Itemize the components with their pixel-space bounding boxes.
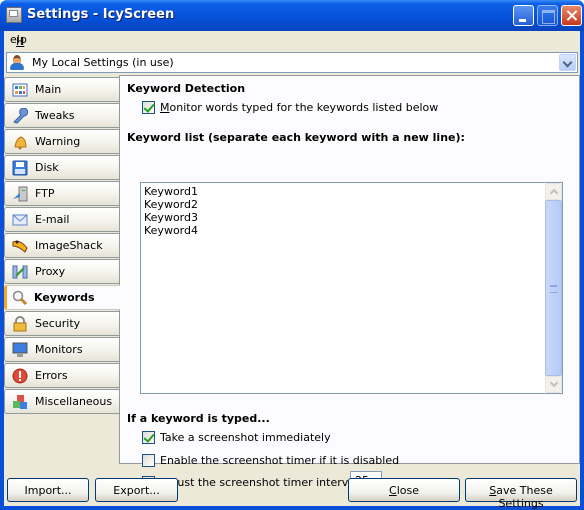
monitor-words-label[interactable]: Monitor words typed for the keywords lis… (160, 101, 438, 114)
if-keyword-typed-heading: If a keyword is typed... (127, 412, 270, 425)
sidebar-item-imageshack[interactable]: ImageShack (4, 233, 119, 258)
sidebar-item-warning[interactable]: Warning (4, 129, 119, 154)
ftp-icon (13, 186, 28, 202)
sidebar-item-ftp[interactable]: FTP (4, 181, 119, 206)
import-button[interactable]: Import... (7, 478, 89, 502)
floppy-disk-icon (12, 160, 28, 176)
sidebar-item-disk[interactable]: Disk (4, 155, 119, 180)
keyword-list-textarea[interactable]: Keyword1 Keyword2 Keyword3 Keyword4 (140, 182, 563, 394)
monitor-icon (12, 342, 28, 357)
monitor-words-label-text: onitor words typed for the keywords list… (169, 101, 439, 114)
sidebar-item-label: Proxy (35, 265, 66, 278)
sidebar-item-label: Monitors (35, 343, 83, 356)
keyword-line: Keyword2 (144, 198, 198, 211)
scrollbar-thumb[interactable] (545, 200, 562, 376)
keyword-detection-heading: Keyword Detection (127, 82, 246, 95)
monitor-words-checkbox[interactable] (142, 101, 155, 114)
maximize-button (537, 5, 558, 26)
padlock-icon (13, 316, 27, 332)
sidebar-item-label: Warning (35, 135, 81, 148)
sidebar-item-label: Miscellaneous (35, 395, 113, 408)
sidebar-item-label: Errors (35, 369, 68, 382)
adjust-interval-label[interactable]: Adjust the screenshot timer interval to (160, 476, 373, 489)
envelope-icon (12, 214, 28, 226)
scroll-down-icon[interactable] (545, 376, 562, 393)
window-client: Help My Local Settings (in use) Main Twe… (4, 31, 580, 510)
app-icon[interactable] (6, 7, 22, 23)
take-screenshot-label[interactable]: Take a screenshot immediately (160, 431, 331, 444)
cubes-icon (13, 395, 27, 409)
sidebar-item-keywords[interactable]: Keywords (4, 285, 120, 310)
user-icon (10, 55, 24, 70)
sidebar-item-label: Tweaks (35, 109, 75, 122)
keyword-list-heading: Keyword list (separate each keyword with… (127, 131, 465, 144)
profile-select-value: My Local Settings (in use) (32, 56, 174, 69)
sidebar-item-label: Main (35, 83, 62, 96)
enable-timer-label[interactable]: Enable the screenshot timer if it is dis… (160, 454, 399, 467)
sidebar-item-security[interactable]: Security (4, 311, 119, 336)
window-title: Settings - IcyScreen (27, 7, 175, 22)
sidebar-item-main[interactable]: Main (4, 77, 119, 102)
error-icon (12, 368, 28, 384)
magnifier-icon (12, 290, 28, 306)
sidebar-item-label: Keywords (34, 291, 95, 304)
sidebar-item-miscellaneous[interactable]: Miscellaneous (4, 389, 119, 414)
sidebar-item-label: Security (35, 317, 81, 330)
bell-icon (14, 136, 27, 150)
close-button[interactable]: Close (348, 478, 460, 502)
wrench-icon (13, 108, 28, 124)
title-bar[interactable]: Settings - IcyScreen (0, 0, 584, 31)
profile-select[interactable]: My Local Settings (in use) (6, 52, 578, 73)
grid-icon (12, 83, 28, 97)
imageshack-icon (12, 240, 28, 253)
export-button[interactable]: Export... (95, 478, 178, 502)
sidebar-item-email[interactable]: E-mail (4, 207, 119, 232)
vertical-scrollbar[interactable] (545, 183, 562, 393)
take-screenshot-checkbox[interactable] (142, 431, 155, 444)
save-settings-button[interactable]: Save These Settings (465, 478, 577, 510)
sidebar-item-errors[interactable]: Errors (4, 363, 119, 388)
keyword-line: Keyword3 (144, 211, 198, 224)
sidebar-item-label: ImageShack (35, 239, 103, 252)
sidebar-item-proxy[interactable]: Proxy (4, 259, 119, 284)
chevron-down-icon[interactable] (559, 54, 576, 71)
keyword-line: Keyword4 (144, 224, 198, 237)
menu-help[interactable]: Help (10, 33, 27, 48)
scroll-up-icon[interactable] (545, 183, 562, 200)
sidebar-item-label: Disk (35, 161, 59, 174)
close-window-button[interactable] (561, 5, 582, 26)
minimize-button[interactable] (513, 5, 534, 26)
settings-window: Settings - IcyScreen Help My Local Setti… (0, 0, 584, 510)
menu-bar: Help (4, 31, 580, 49)
sidebar-item-label: E-mail (35, 213, 70, 226)
enable-timer-checkbox[interactable] (142, 454, 155, 467)
sidebar-item-label: FTP (35, 187, 55, 200)
proxy-icon (12, 265, 28, 279)
keywords-panel: Keyword Detection Monitor words typed fo… (119, 75, 580, 491)
keyword-line: Keyword1 (144, 185, 198, 198)
sidebar-item-tweaks[interactable]: Tweaks (4, 103, 119, 128)
sidebar-item-monitors[interactable]: Monitors (4, 337, 119, 362)
